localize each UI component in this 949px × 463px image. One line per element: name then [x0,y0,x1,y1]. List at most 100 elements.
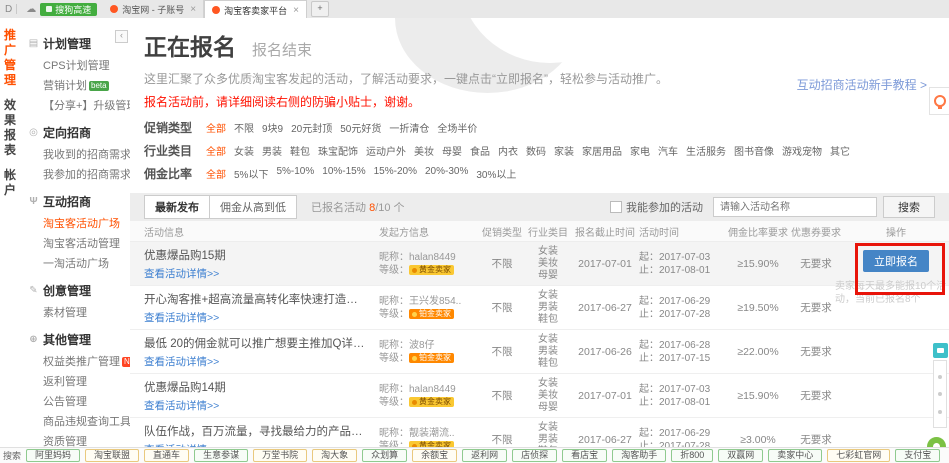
filter-option[interactable]: 一折清仓 [389,120,429,135]
sidebar-item[interactable]: 公告管理 [20,391,130,411]
sidebar-group-title[interactable]: Ψ 互动招商 [20,190,130,213]
left-nav-rail: 推广管理效果报表帐户 [0,18,21,448]
filter-option[interactable]: 20元封顶 [291,120,332,135]
filter-option[interactable]: 全部 [206,143,226,158]
quick-link[interactable]: 直通车 [144,449,189,462]
filter-option[interactable]: 5%-10% [276,166,314,181]
filter-option[interactable]: 全场半价 [437,120,477,135]
sidebar-item[interactable]: 一淘活动广场 [20,253,130,273]
filter-option[interactable]: 鞋包 [290,143,310,158]
activity-detail-link[interactable]: 查看活动详情>> [144,398,219,413]
table-row: 优惠爆品购14期 查看活动详情>> 昵称：halan8449 等级：黄金卖家 不… [130,374,949,418]
sidebar-item[interactable]: 返利管理 [20,371,130,391]
quick-link[interactable]: 淘客助手 [612,449,666,462]
quick-link[interactable]: 淘大象 [312,449,357,462]
quick-links-label: 搜索 [3,449,21,462]
sidebar-group-title[interactable]: ⊕ 其他管理 [20,328,130,351]
quick-link[interactable]: 支付宝 [895,449,940,462]
browser-tab[interactable]: 淘宝网 - 子账号 × [103,0,204,18]
filter-option[interactable]: 母婴 [442,143,462,158]
filter-option[interactable]: 5%以下 [234,166,268,181]
quick-link[interactable]: 余额宝 [412,449,457,462]
anti-fraud-tips-widget[interactable] [929,87,949,115]
category-cell: 女装美妆母婴 [525,378,571,414]
sidebar-item[interactable]: 淘宝客活动管理 [20,233,130,253]
sidebar-item[interactable]: 商品违规查询工具 [20,411,130,431]
filter-option[interactable]: 生活服务 [686,143,726,158]
sidebar-item[interactable]: 我参加的招商需求 [20,164,130,184]
quick-link[interactable]: 返利网 [462,449,507,462]
filter-option[interactable]: 全部 [206,120,226,135]
sidebar-item[interactable]: 我收到的招商需求 [20,144,130,164]
quick-link[interactable]: 众划算 [362,449,407,462]
browser-menu-icon[interactable]: D [5,4,12,15]
sidebar-item[interactable]: CPS计划管理 [20,55,130,75]
filter-option[interactable]: 汽车 [658,143,678,158]
filter-option[interactable]: 全部 [206,166,226,181]
quick-link[interactable]: 店侦探 [512,449,557,462]
chat-widget-icon[interactable] [933,343,948,358]
filter-option[interactable]: 游戏宠物 [782,143,822,158]
filter-option[interactable]: 50元好货 [340,120,381,135]
sidebar-group-title[interactable]: ◎ 定向招商 [20,121,130,144]
filter-option[interactable]: 15%-20% [374,166,417,181]
filter-option[interactable]: 美妆 [414,143,434,158]
tab-close-icon[interactable]: × [190,4,196,15]
sidebar-item[interactable]: 权益类推广管理New [20,351,130,371]
activity-detail-link[interactable]: 查看活动详情>> [144,354,219,369]
tab-close-icon[interactable]: × [293,5,299,16]
seller-level-badge: 铂金卖家 [409,353,454,363]
filter-option[interactable]: 女装 [234,143,254,158]
new-tab-button[interactable]: + [311,1,329,17]
rail-nav-item[interactable]: 帐户 [3,168,17,198]
activity-detail-link[interactable]: 查看活动详情>> [144,310,219,325]
browser-tab[interactable]: 淘宝客卖家平台 × [204,0,307,19]
quick-link[interactable]: 淘宝联盟 [85,449,139,462]
quick-link[interactable]: 双赢网 [718,449,763,462]
sidebar-item[interactable]: 素材管理 [20,302,130,322]
search-button[interactable]: 搜索 [883,196,935,218]
filter-option[interactable]: 运动户外 [366,143,406,158]
quick-link[interactable]: 阿里妈妈 [26,449,80,462]
signup-button[interactable]: 立即报名 [863,250,929,272]
sort-newest-button[interactable]: 最新发布 [144,195,210,219]
tab-signup-ended[interactable]: 报名结束 [252,39,312,60]
sidebar-item[interactable]: 营销计划beta [20,75,130,95]
filter-option[interactable]: 10%-15% [322,166,365,181]
filter-option[interactable]: 男装 [262,143,282,158]
activity-search-input[interactable] [713,197,877,217]
filter-option[interactable]: 20%-30% [425,166,468,181]
cloud-sync-icon[interactable]: ☁ [26,4,36,15]
floating-sidebar-widget[interactable] [933,360,947,428]
filter-option[interactable]: 数码 [526,143,546,158]
filter-option[interactable]: 家居用品 [582,143,622,158]
quick-link[interactable]: 生意参谋 [194,449,248,462]
filter-option[interactable]: 不限 [234,120,254,135]
quick-link[interactable]: 七彩虹官网 [827,449,890,462]
speed-mode-button[interactable]: 搜狗高速 [40,3,97,16]
filter-option[interactable]: 家装 [554,143,574,158]
quick-link[interactable]: 万堂书院 [253,449,307,462]
filter-option[interactable]: 食品 [470,143,490,158]
filter-option[interactable]: 内衣 [498,143,518,158]
quick-link[interactable]: 卖家中心 [768,449,822,462]
quick-link[interactable]: 看店宝 [562,449,607,462]
sidebar-group-title[interactable]: ▤ 计划管理 [20,32,130,55]
sidebar-item[interactable]: 淘宝客活动广场 [20,213,130,233]
filter-option[interactable]: 图书音像 [734,143,774,158]
filter-option[interactable]: 9块9 [262,120,283,135]
filter-option[interactable]: 其它 [830,143,850,158]
rail-nav-item[interactable]: 效果报表 [3,98,17,158]
filter-option[interactable]: 珠宝配饰 [318,143,358,158]
sidebar-group-title[interactable]: ✎ 创意管理 [20,279,130,302]
tutorial-link[interactable]: 互动招商活动新手教程 > [797,76,927,93]
my-activities-checkbox[interactable] [610,201,622,213]
rail-nav-item[interactable]: 推广管理 [3,28,17,88]
sidebar-item[interactable]: 【分享+】升级管理 [20,95,130,115]
quick-link[interactable]: 折800 [671,449,713,462]
filter-option[interactable]: 30%以上 [476,166,516,181]
sidebar-collapse-button[interactable]: ‹ [115,30,128,43]
sort-commission-button[interactable]: 佣金从高到低 [209,195,297,219]
activity-detail-link[interactable]: 查看活动详情>> [144,266,219,281]
filter-option[interactable]: 家电 [630,143,650,158]
